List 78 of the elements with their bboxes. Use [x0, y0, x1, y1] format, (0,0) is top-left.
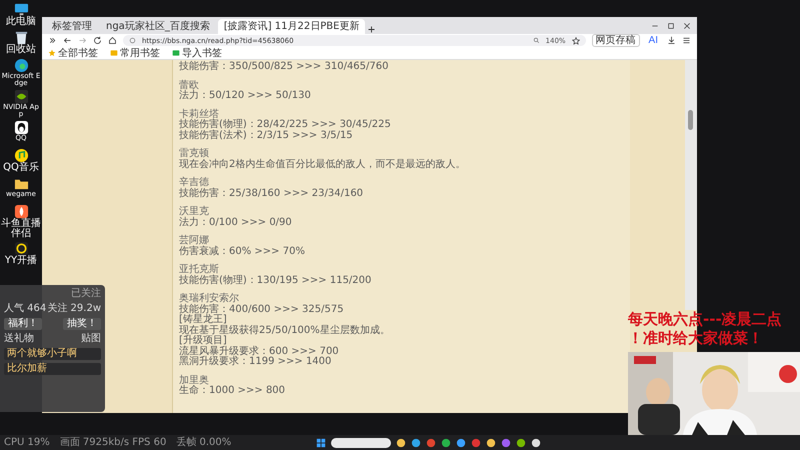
app-icon[interactable] — [14, 89, 28, 104]
change-line: 技能伤害(法术)：2/3/15 >>> 3/5/15 — [179, 130, 354, 141]
stream-stat: CPU 19% — [4, 436, 50, 450]
hero-name: 沃里克 — [179, 207, 210, 217]
change-line: 生命：1000 >>> 800 — [179, 386, 286, 396]
hero-name: 亚托克斯 — [179, 265, 220, 275]
toolbar-button[interactable]: 网页存稿 — [592, 34, 640, 47]
stream-stat: 画面 7925kb/s FPS 60 — [60, 436, 166, 450]
chat-message: 比尔加薪 — [4, 363, 101, 375]
hero-name: 芸阿娜 — [179, 236, 209, 246]
change-line: 技能伤害：400/600 >>> 325/575 — [179, 304, 345, 314]
stream-stat: 丢帧 0.00% — [176, 436, 232, 450]
change-line: 黑洞升级要求：1199 >>> 1400 — [179, 357, 332, 368]
flame-icon[interactable] — [14, 204, 28, 219]
icon-label[interactable]: 此电脑 — [6, 17, 36, 27]
download-icon[interactable] — [667, 36, 676, 45]
hero-name: 辛吉德 — [179, 178, 209, 188]
change-line: 伤害衰减：60% >>> 70% — [179, 246, 306, 257]
scroll-thumb[interactable] — [688, 110, 693, 130]
zoom-icon[interactable] — [532, 37, 540, 44]
panel-action[interactable]: 送礼物 — [4, 333, 34, 345]
chat-message: 两个就够小子啊 — [4, 348, 101, 360]
panel-action[interactable]: 贴图 — [81, 333, 101, 345]
follow-label[interactable]: 已关注 — [71, 288, 101, 300]
bookmark-link[interactable]: 常用书签 — [120, 48, 160, 58]
star-icon[interactable] — [572, 36, 580, 44]
browser-tab[interactable]: nga玩家社区_百度搜索 — [100, 19, 216, 34]
music-icon[interactable] — [14, 148, 28, 163]
star-icon[interactable] — [48, 49, 56, 57]
menu-icon[interactable] — [682, 36, 691, 45]
icon-label[interactable]: YY开播 — [4, 256, 38, 266]
change-line: 法力：0/100 >>> 0/90 — [179, 218, 293, 228]
new-tab-icon[interactable] — [367, 25, 376, 34]
scrollbar[interactable] — [685, 60, 697, 310]
home-icon[interactable] — [108, 36, 117, 45]
windows-icon[interactable] — [316, 438, 326, 448]
back-icon[interactable] — [63, 36, 72, 45]
icon-label[interactable]: 回收站 — [6, 45, 36, 55]
hero-name: 卡莉丝塔 — [179, 110, 220, 120]
penguin-icon[interactable] — [14, 120, 28, 135]
reload-icon[interactable] — [93, 36, 102, 45]
monitor-icon[interactable] — [14, 2, 28, 17]
change-line: 技能伤害(物理)：28/42/225 >>> 30/45/225 — [179, 120, 392, 130]
browser-tab[interactable]: [披露资讯] 11月22日PBE更新 — [218, 19, 366, 34]
bookmark-link[interactable]: 导入书签 — [182, 48, 222, 58]
close-icon[interactable] — [683, 22, 691, 30]
app-icon[interactable] — [516, 438, 526, 448]
app-icon[interactable] — [456, 438, 466, 448]
hero-name: 加里奥 — [179, 376, 210, 386]
icon-label[interactable]: QQ音乐 — [3, 163, 39, 173]
bookmark-link[interactable]: 全部书签 — [58, 48, 98, 58]
app-icon[interactable] — [531, 438, 542, 448]
change-line: [升级项目] — [179, 336, 227, 346]
change-line: 技能伤害：350/500/825 >>> 310/465/760 — [179, 62, 390, 72]
change-line: 现在基于星级获得25/50/100%星尘层数加成。 — [179, 326, 391, 336]
search-field[interactable] — [331, 438, 392, 448]
icon-label[interactable]: 斗鱼直播伴侣 — [1, 219, 41, 239]
hero-name: 奥瑞利安索尔 — [179, 294, 240, 304]
hero-name: 雷克顿 — [179, 149, 210, 159]
panel-button[interactable]: 福利！ — [4, 318, 42, 330]
site-info-icon[interactable] — [129, 37, 136, 44]
change-line: [铸星龙王] — [179, 315, 228, 325]
hero-name: 蕾欧 — [179, 80, 200, 90]
sidebar-icon[interactable] — [48, 36, 57, 45]
stat-text: 关注 29.2w — [47, 303, 101, 315]
change-line: 技能伤害：25/38/160 >>> 23/34/160 — [179, 188, 364, 199]
recycle-bin-icon[interactable] — [14, 30, 28, 45]
app-icon[interactable] — [441, 438, 452, 448]
browser-tab[interactable]: 标签管理 — [46, 19, 98, 34]
change-line: 现在会冲向2格内生命值百分比最低的敌人，而不是最远的敌人。 — [179, 160, 466, 170]
change-line: 技能伤害(物理)：130/195 >>> 115/200 — [179, 276, 372, 286]
maximize-icon[interactable] — [667, 22, 675, 30]
panel-button[interactable]: 抽奖！ — [63, 318, 101, 330]
stat-text: 人气 464 — [4, 303, 46, 315]
app-icon[interactable] — [486, 438, 496, 448]
change-line: 法力：50/120 >>> 50/130 — [179, 91, 312, 102]
ring-icon[interactable] — [14, 241, 28, 256]
change-line: 流星风暴升级要求：600 >>> 700 — [179, 346, 340, 356]
